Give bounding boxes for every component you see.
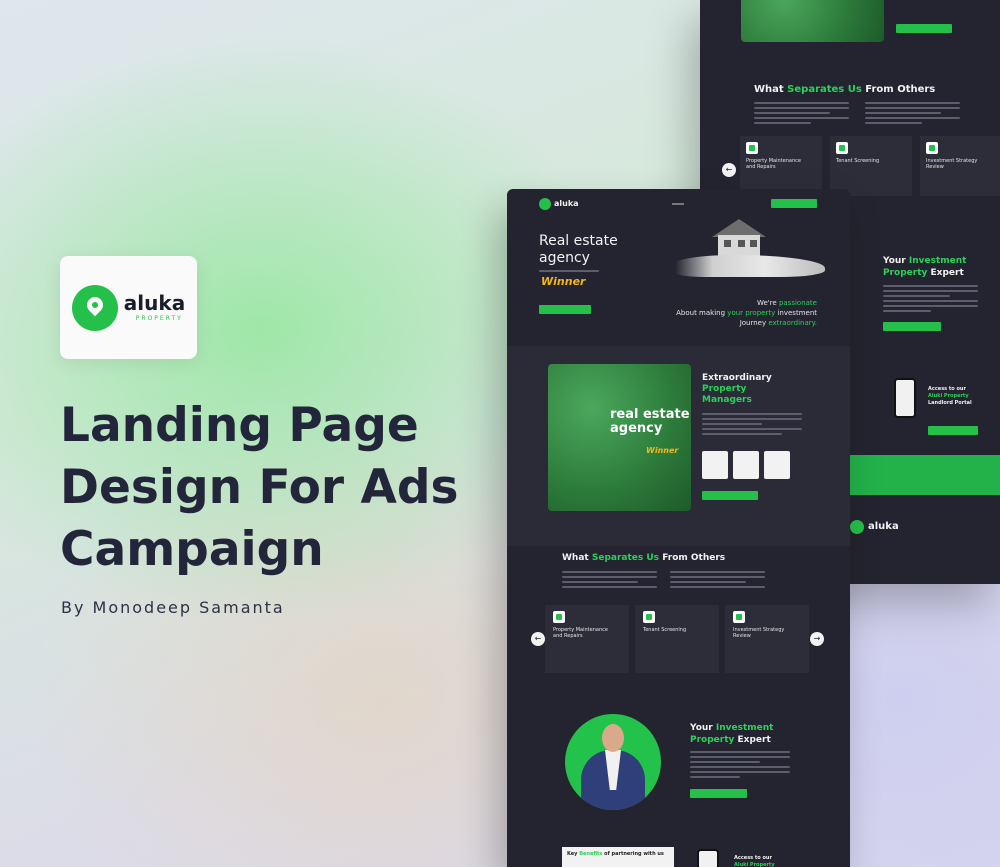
house-model-image bbox=[712, 219, 766, 259]
cta-button[interactable] bbox=[896, 24, 952, 33]
location-pin-icon bbox=[71, 284, 118, 331]
feature-title: Property Maintenance and Repairs bbox=[746, 158, 801, 170]
photo-title: real estate agency bbox=[610, 407, 690, 436]
carousel-prev-icon[interactable]: ← bbox=[531, 632, 545, 646]
agency-photo: real estate agency Winner bbox=[548, 364, 691, 511]
nav-menu-icon[interactable] bbox=[672, 203, 684, 205]
brand-sub: PROPERTY bbox=[135, 315, 183, 322]
mockup-page-front: aluka Real estate agency Winner We're pas… bbox=[507, 189, 850, 867]
stat-card bbox=[764, 451, 790, 479]
footer-logo-text: aluka bbox=[868, 521, 899, 532]
text-block bbox=[883, 285, 978, 315]
cta-button[interactable] bbox=[883, 322, 941, 331]
stat-card bbox=[702, 451, 728, 479]
text-block bbox=[702, 413, 802, 438]
title-line-1: Landing Page bbox=[60, 398, 419, 453]
chart-icon bbox=[926, 142, 938, 154]
managers-title: Extraordinary Property Managers bbox=[702, 373, 772, 405]
feature-title: Tenant Screening bbox=[836, 158, 880, 164]
chart-icon bbox=[733, 611, 745, 623]
benefits-title: Key Benefits of partnering with us bbox=[567, 851, 664, 857]
cta-button[interactable] bbox=[928, 426, 978, 435]
brand-wordmark: aluka PROPERTY bbox=[124, 293, 185, 322]
footer-logo-icon bbox=[850, 520, 864, 534]
cta-button[interactable] bbox=[690, 789, 747, 798]
wrench-icon bbox=[746, 142, 758, 154]
hero-title: Real estate agency bbox=[539, 233, 618, 266]
feature-title: Property Maintenance and Repairs bbox=[553, 627, 608, 639]
separates-title: What Separates Us From Others bbox=[562, 553, 726, 563]
text-block bbox=[690, 751, 790, 781]
cta-button[interactable] bbox=[702, 491, 758, 500]
text-block bbox=[670, 571, 765, 591]
user-icon bbox=[836, 142, 848, 154]
expert-title: Your Investment Property Expert bbox=[690, 723, 774, 745]
nav-cta-button[interactable] bbox=[771, 199, 817, 208]
carousel-prev-icon[interactable]: ← bbox=[722, 163, 736, 177]
expert-title-back: Your Investment Property Expert bbox=[883, 256, 967, 278]
access-title: Access to our Aluki Property bbox=[734, 855, 775, 867]
title-line-3: Campaign bbox=[60, 522, 324, 577]
green-photo-top bbox=[741, 0, 884, 42]
hero-cta-button[interactable] bbox=[539, 305, 591, 314]
author-byline: By Monodeep Samanta bbox=[61, 598, 285, 617]
carousel-next-icon[interactable]: → bbox=[810, 632, 824, 646]
text-block bbox=[562, 571, 657, 591]
feature-title: Tenant Screening bbox=[643, 627, 687, 633]
feature-title: Investment Strategy Review bbox=[733, 627, 785, 639]
phone-mockup bbox=[697, 849, 719, 867]
nav-logo-icon bbox=[539, 198, 551, 210]
text-block bbox=[754, 102, 849, 127]
separates-title-back: What Separates Us From Others bbox=[754, 84, 936, 95]
passion-text: We're passionate About making your prope… bbox=[676, 299, 817, 327]
green-banner bbox=[848, 455, 1000, 495]
benefits-card: Key Benefits of partnering with us bbox=[562, 847, 674, 867]
access-title-back: Access to our Aluki Property Landlord Port… bbox=[928, 386, 972, 406]
brand-name: aluka bbox=[123, 291, 186, 315]
brand-logo-card: aluka PROPERTY bbox=[60, 256, 197, 359]
nav-logo-text: aluka bbox=[554, 199, 579, 208]
phone-mockup bbox=[894, 378, 916, 418]
text-block bbox=[865, 102, 960, 127]
feature-title: Investment Strategy Review bbox=[926, 158, 978, 170]
user-icon bbox=[643, 611, 655, 623]
title-line-2: Design For Ads bbox=[60, 460, 459, 515]
stat-card bbox=[733, 451, 759, 479]
hand-image bbox=[675, 255, 825, 277]
photo-tag: Winner bbox=[646, 446, 679, 455]
hero-tag: Winner bbox=[541, 275, 586, 288]
page-title: Landing Page Design For Ads Campaign bbox=[60, 395, 500, 581]
wrench-icon bbox=[553, 611, 565, 623]
expert-portrait bbox=[565, 714, 661, 810]
